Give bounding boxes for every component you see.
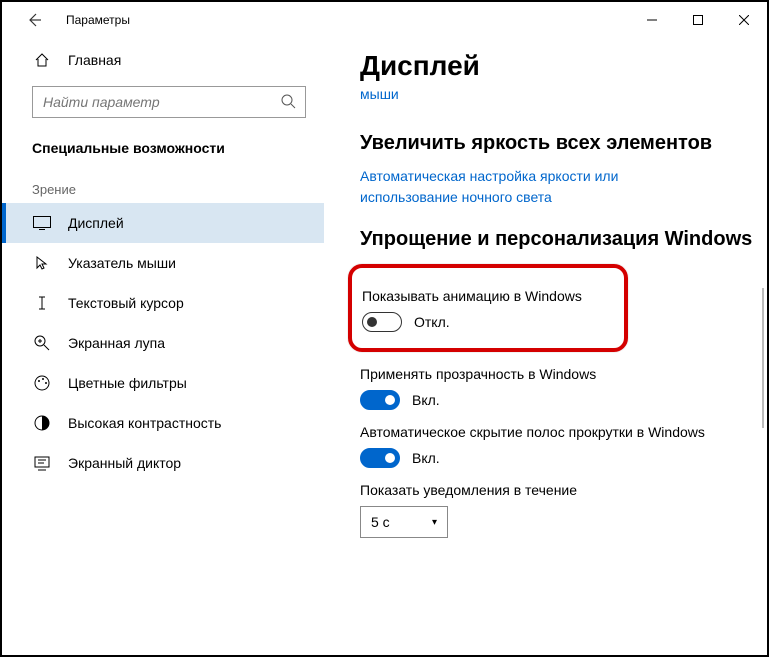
toggle-transparency[interactable] <box>360 390 400 410</box>
sidebar-group: Зрение <box>2 164 324 203</box>
scrollbar[interactable] <box>762 288 764 428</box>
setting-notifications-label: Показать уведомления в течение <box>360 482 759 498</box>
page-title: Дисплей <box>360 50 759 82</box>
sidebar-item-label: Текстовый курсор <box>68 295 184 311</box>
sidebar-item-text-cursor[interactable]: Текстовый курсор <box>2 283 324 323</box>
notifications-duration-dropdown[interactable]: 5 с ▾ <box>360 506 448 538</box>
sidebar-item-label: Дисплей <box>68 215 124 231</box>
minimize-button[interactable] <box>629 5 675 35</box>
sidebar-item-label: Высокая контрастность <box>68 415 221 431</box>
setting-animations-label: Показывать анимацию в Windows <box>362 288 612 304</box>
brightness-link[interactable]: Автоматическая настройка яркости или исп… <box>360 166 720 208</box>
display-icon <box>32 216 52 230</box>
text-cursor-icon <box>32 295 52 311</box>
narrator-icon <box>32 455 52 471</box>
sidebar-item-mouse-pointer[interactable]: Указатель мыши <box>2 243 324 283</box>
titlebar: Параметры <box>2 2 767 38</box>
dropdown-value: 5 с <box>371 514 390 530</box>
search-input[interactable] <box>32 86 306 118</box>
setting-scrollbars-label: Автоматическое скрытие полос прокрутки в… <box>360 424 759 440</box>
magnifier-icon <box>32 335 52 351</box>
search-icon <box>280 93 296 109</box>
link-fragment[interactable]: мыши <box>360 86 759 102</box>
maximize-button[interactable] <box>675 5 721 35</box>
sidebar-home[interactable]: Главная <box>2 44 324 76</box>
contrast-icon <box>32 415 52 431</box>
sidebar-item-label: Указатель мыши <box>68 255 176 271</box>
window-title: Параметры <box>66 13 130 27</box>
toggle-scrollbars-state: Вкл. <box>412 450 440 466</box>
sidebar-item-label: Экранная лупа <box>68 335 165 351</box>
section-brightness-title: Увеличить яркость всех элементов <box>360 130 759 156</box>
chevron-down-icon: ▾ <box>432 517 437 528</box>
main-pane: Дисплей мыши Увеличить яркость всех элем… <box>324 38 767 655</box>
toggle-scrollbars[interactable] <box>360 448 400 468</box>
sidebar-item-display[interactable]: Дисплей <box>2 203 324 243</box>
cursor-icon <box>32 255 52 271</box>
back-button[interactable] <box>20 6 48 34</box>
sidebar: Главная Специальные возможности Зрение Д… <box>2 38 324 655</box>
section-simplify-title: Упрощение и персонализация Windows <box>360 226 759 252</box>
toggle-animations-state: Откл. <box>414 314 450 330</box>
sidebar-item-label: Цветные фильтры <box>68 375 187 391</box>
toggle-animations[interactable] <box>362 312 402 332</box>
sidebar-item-narrator[interactable]: Экранный диктор <box>2 443 324 483</box>
home-icon <box>32 52 52 68</box>
sidebar-item-magnifier[interactable]: Экранная лупа <box>2 323 324 363</box>
highlight-box: Показывать анимацию в Windows Откл. <box>348 264 628 352</box>
setting-transparency-label: Применять прозрачность в Windows <box>360 366 759 382</box>
palette-icon <box>32 375 52 391</box>
sidebar-item-high-contrast[interactable]: Высокая контрастность <box>2 403 324 443</box>
sidebar-item-label: Экранный диктор <box>68 455 181 471</box>
sidebar-item-color-filters[interactable]: Цветные фильтры <box>2 363 324 403</box>
close-button[interactable] <box>721 5 767 35</box>
toggle-transparency-state: Вкл. <box>412 392 440 408</box>
sidebar-section: Специальные возможности <box>2 122 324 164</box>
sidebar-home-label: Главная <box>68 52 121 68</box>
